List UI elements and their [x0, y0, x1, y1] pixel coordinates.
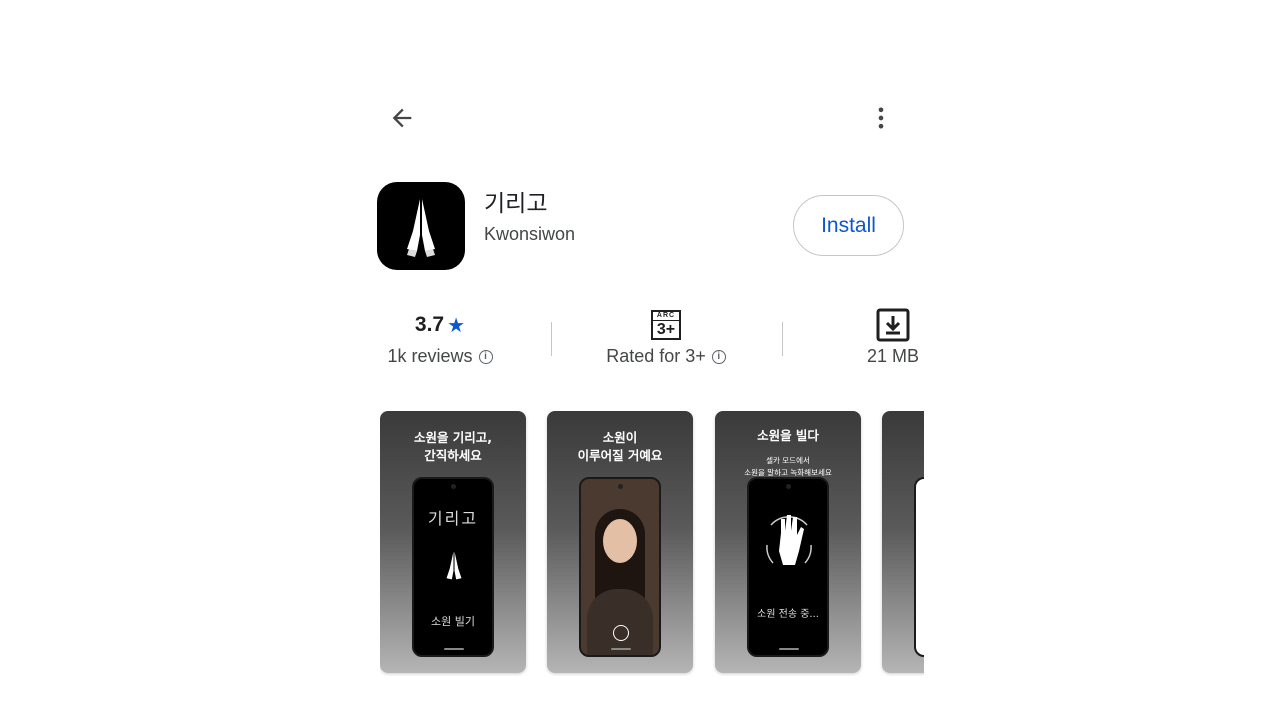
phone-title: 기리고 [427, 509, 479, 528]
screenshot-4[interactable]: 오 [882, 411, 924, 673]
size-stat: 21 MB [858, 308, 928, 367]
info-icon[interactable]: i [478, 349, 493, 364]
arrow-back-icon [392, 108, 412, 128]
rating-value: 3.7 [414, 313, 445, 336]
star-icon: ★ [447, 314, 466, 337]
screenshot-1[interactable]: 소원을 기리고, 간직하세요 기리고 소원 빌기 [380, 411, 526, 673]
praying-hands-icon [446, 551, 462, 580]
app-icon[interactable] [377, 182, 465, 270]
stat-divider [782, 322, 783, 356]
app-details-screen: 기리고 Kwonsiwon Install 3.7 ★ 1k reviews i… [0, 0, 1280, 720]
phone-footer: 소원 전송 중... [757, 609, 819, 620]
screenshot-caption: 소원을 기리고, [413, 430, 493, 445]
app-logo-icon [613, 625, 629, 641]
screenshots-carousel[interactable]: 소원을 기리고, 간직하세요 기리고 소원 빌기 소원이 이루어질 거예요 소원… [380, 411, 924, 676]
app-title: 기리고 [484, 191, 548, 217]
screenshot-caption: 소원을 빌다 [757, 428, 819, 443]
screenshot-2[interactable]: 소원이 이루어질 거예요 [547, 411, 693, 673]
raised-hand-icon [766, 515, 812, 565]
arc-rating-badge-icon: ARC 3+ [651, 310, 681, 340]
screenshot-subcaption: 셀카 모드에서 [766, 456, 810, 465]
screenshot-caption: 오 [882, 429, 924, 447]
phone-mockup: 기리고 소원 빌기 [412, 477, 494, 657]
phone-mockup [914, 477, 924, 657]
reviews-count: 1k reviews [387, 346, 473, 366]
content-rating-label: Rated for 3+ [606, 346, 706, 366]
info-icon[interactable]: i [711, 349, 726, 364]
app-size: 21 MB [866, 346, 920, 366]
stat-divider [551, 322, 552, 356]
phone-mockup [579, 477, 661, 657]
install-button[interactable]: Install [793, 195, 904, 256]
screenshot-caption: 소원이 [602, 430, 638, 445]
rating-stat[interactable]: 3.7 ★ 1k reviews i [370, 308, 510, 367]
phone-footer: 소원 빌기 [431, 615, 475, 628]
phone-mockup: 소원 전송 중... [747, 477, 829, 657]
more-options-button[interactable] [863, 100, 899, 136]
back-button[interactable] [384, 100, 420, 136]
screenshot-caption: 이루어질 거예요 [577, 448, 663, 463]
more-vert-icon [878, 107, 884, 129]
developer-name[interactable]: Kwonsiwon [484, 224, 575, 245]
screenshot-caption: 간직하세요 [424, 448, 482, 463]
content-rating-stat[interactable]: ARC 3+ Rated for 3+ i [586, 308, 746, 367]
download-icon [876, 308, 910, 342]
screenshot-3[interactable]: 소원을 빌다 셀카 모드에서 소원을 말하고 녹화해보세요 소원 전송 중... [715, 411, 861, 673]
praying-hands-icon [407, 199, 435, 257]
